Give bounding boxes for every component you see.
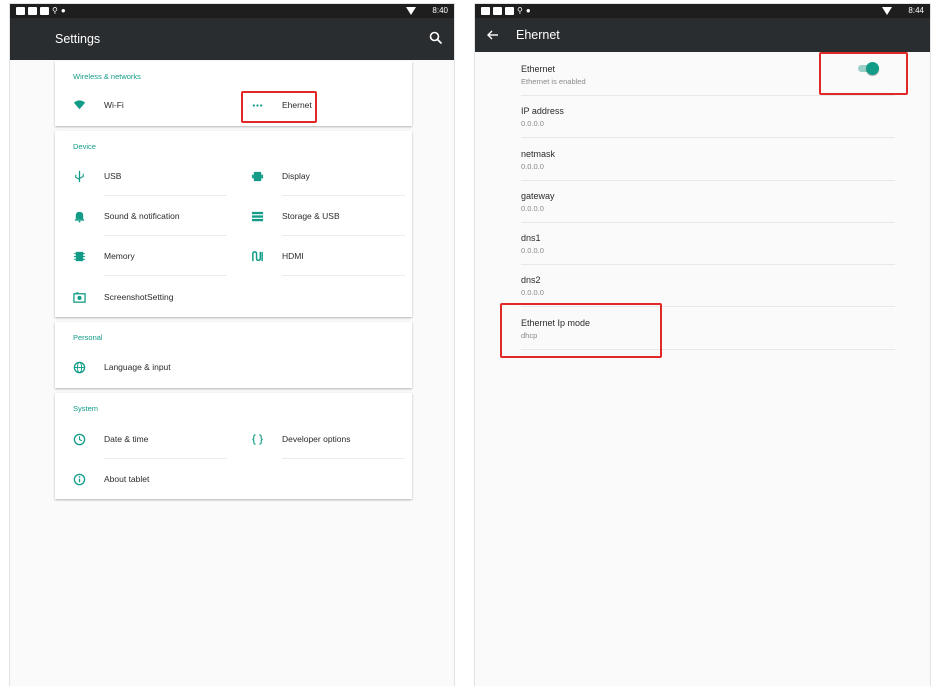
clock-icon: [73, 433, 86, 446]
section-title: Device: [73, 142, 96, 151]
pref-summary: 0.0.0.0: [521, 162, 544, 171]
notification-icon: [28, 7, 37, 15]
section-wireless-networks: Wireless & networks Wi-Fi Ehernet: [55, 61, 412, 126]
setting-hdmi[interactable]: HDMI: [233, 236, 405, 276]
section-title: Wireless & networks: [73, 72, 141, 81]
ethernet-screen: ⚲ ● 8:44 Ehernet Ethernet Ethernet is en…: [475, 4, 930, 686]
page-title: Settings: [55, 32, 101, 46]
setting-language-input[interactable]: Language & input: [55, 347, 215, 387]
wifi-status-icon: [882, 6, 893, 15]
notification-icons: ⚲ ●: [481, 7, 531, 15]
settings-screen: ⚲ ● 8:40 Settings Wireless & networks Wi…: [10, 4, 454, 686]
notification-icon: [481, 7, 490, 15]
status-bar: ⚲ ● 8:40: [10, 4, 454, 18]
usb-status-icon: ⚲: [52, 6, 58, 15]
pref-summary: 0.0.0.0: [521, 288, 544, 297]
setting-about-tablet[interactable]: About tablet: [55, 459, 215, 499]
hdmi-icon: [252, 251, 263, 262]
notification-icon: [16, 7, 25, 15]
section-personal: Personal Language & input: [55, 322, 412, 388]
status-time: 8:44: [908, 6, 924, 15]
pref-dns1[interactable]: dns1 0.0.0.0: [475, 223, 895, 265]
setting-label: Storage & USB: [282, 211, 340, 221]
setting-usb[interactable]: USB: [55, 156, 227, 196]
bell-icon: [74, 211, 85, 223]
highlight-ethernet: [241, 91, 317, 123]
search-icon[interactable]: [428, 30, 444, 46]
pref-title: IP address: [521, 106, 564, 116]
setting-label: Wi-Fi: [104, 100, 124, 110]
setting-sound-notification[interactable]: Sound & notification: [55, 196, 227, 236]
setting-label: Display: [282, 171, 310, 181]
memory-icon: [73, 251, 86, 262]
pref-title: Ethernet: [521, 64, 556, 74]
usb-icon: [75, 170, 84, 183]
pref-summary: 0.0.0.0: [521, 119, 544, 128]
pref-dns2[interactable]: dns2 0.0.0.0: [475, 265, 895, 307]
wifi-status-icon: [406, 6, 417, 15]
setting-label: Language & input: [104, 362, 171, 372]
setting-label: ScreenshotSetting: [104, 292, 174, 302]
status-time: 8:40: [432, 6, 448, 15]
setting-developer-options[interactable]: Developer options: [233, 419, 405, 459]
app-bar: Settings: [10, 18, 454, 60]
setting-display[interactable]: Display: [233, 156, 405, 196]
notification-icon: [40, 7, 49, 15]
storage-icon: [251, 211, 264, 222]
pref-gateway[interactable]: gateway 0.0.0.0: [475, 181, 895, 223]
setting-storage-usb[interactable]: Storage & USB: [233, 196, 405, 236]
setting-label: HDMI: [282, 251, 304, 261]
setting-label: Developer options: [282, 434, 351, 444]
page-title: Ehernet: [516, 28, 560, 42]
highlight-ethernet-switch: [819, 52, 908, 95]
pref-title: netmask: [521, 149, 556, 159]
notification-icons: ⚲ ●: [16, 7, 66, 15]
pref-title: dns2: [521, 275, 541, 285]
status-bar: ⚲ ● 8:44: [475, 4, 930, 18]
setting-date-time[interactable]: Date & time: [55, 419, 227, 459]
braces-icon: [252, 434, 263, 445]
back-arrow-icon[interactable]: [485, 27, 501, 43]
setting-memory[interactable]: Memory: [55, 236, 227, 276]
setting-wifi[interactable]: Wi-Fi: [55, 85, 215, 125]
section-title: System: [73, 404, 99, 413]
highlight-ip-mode: [500, 303, 662, 358]
section-device: Device USB Display Sound & notification: [55, 131, 412, 317]
section-title: Personal: [73, 333, 103, 342]
setting-label: Date & time: [104, 434, 149, 444]
pref-title: gateway: [521, 191, 555, 201]
wifi-icon: [73, 100, 86, 110]
android-status-icon: ●: [60, 6, 66, 15]
globe-icon: [73, 361, 86, 374]
info-icon: [73, 473, 86, 486]
usb-status-icon: ⚲: [517, 6, 523, 15]
pref-ip-address[interactable]: IP address 0.0.0.0: [475, 96, 895, 138]
pref-netmask[interactable]: netmask 0.0.0.0: [475, 139, 895, 181]
setting-label: USB: [104, 171, 122, 181]
app-bar: Ehernet: [475, 18, 930, 52]
screenshot-icon: [73, 292, 86, 303]
display-icon: [251, 171, 264, 182]
android-status-icon: ●: [525, 6, 531, 15]
pref-summary: 0.0.0.0: [521, 204, 544, 213]
setting-screenshot[interactable]: ScreenshotSetting: [55, 277, 215, 317]
notification-icon: [493, 7, 502, 15]
section-system: System Date & time Developer options Abo…: [55, 393, 412, 499]
setting-label: About tablet: [104, 474, 150, 484]
notification-icon: [505, 7, 514, 15]
pref-title: dns1: [521, 233, 541, 243]
pref-summary: Ethernet is enabled: [521, 77, 586, 86]
pref-summary: 0.0.0.0: [521, 246, 544, 255]
setting-label: Memory: [104, 251, 135, 261]
setting-label: Sound & notification: [104, 211, 180, 221]
